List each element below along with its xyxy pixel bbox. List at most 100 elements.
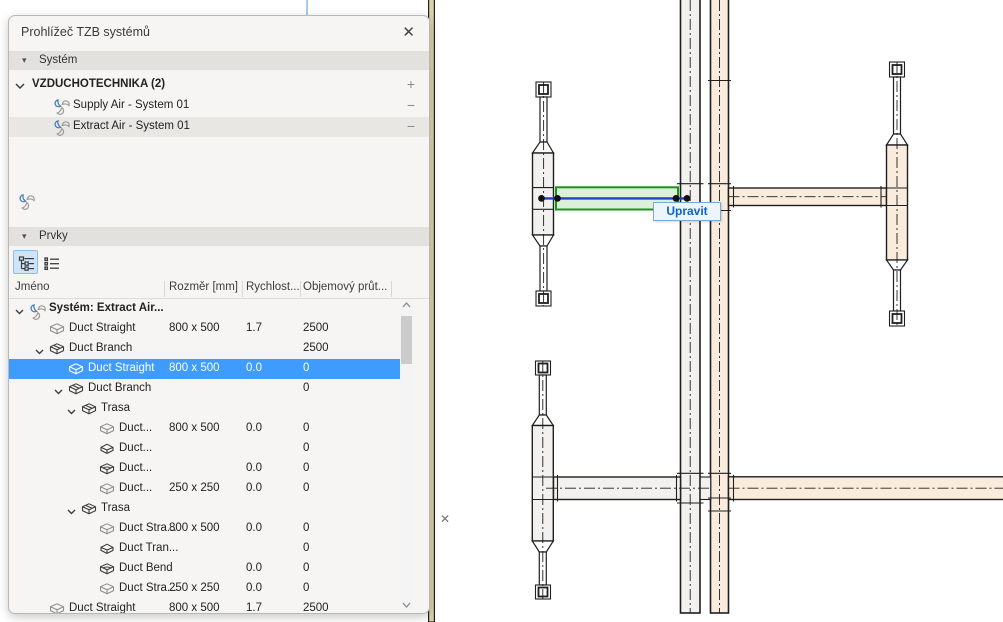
element-label: Duct... <box>119 442 153 454</box>
add-system-button[interactable]: + <box>407 76 415 92</box>
element-label: Duct Stra... <box>119 582 177 594</box>
collapse-triangle-icon: ▾ <box>22 231 27 241</box>
element-size: 800 x 500 <box>169 422 220 434</box>
element-flow: 2500 <box>303 602 329 613</box>
fan-icon <box>53 118 71 140</box>
palette-titlebar[interactable]: Prohlížeč TZB systémů ✕ <box>9 16 429 50</box>
section-header-system[interactable]: ▾ Systém <box>9 51 429 70</box>
chevron-down-icon <box>15 81 25 93</box>
chevron-down-icon[interactable] <box>67 506 76 518</box>
element-row[interactable]: Duct... 800 x 500 0.0 0 <box>9 419 400 439</box>
guide-line <box>306 0 308 15</box>
element-flow: 0 <box>303 562 310 574</box>
system-item-label: Supply Air - System 01 <box>73 99 190 111</box>
section-header-elements[interactable]: ▾ Prvky <box>9 227 429 246</box>
close-icon[interactable]: ✕ <box>402 23 415 41</box>
column-header-name[interactable]: Jméno <box>15 281 50 293</box>
element-row[interactable]: Systém: Extract Air... <box>9 299 400 320</box>
element-row[interactable]: Duct Tran... 0 <box>9 539 400 559</box>
element-label: Trasa <box>101 402 130 414</box>
edit-tooltip-button[interactable]: Upravit <box>653 202 721 221</box>
element-velocity: 0.0 <box>246 582 262 594</box>
scroll-up-icon[interactable] <box>400 299 413 312</box>
fan-icon <box>53 97 71 119</box>
element-row[interactable]: Duct... 0.0 0 <box>9 459 400 479</box>
duct-bend-icon <box>99 462 115 479</box>
element-label: Duct Stra... <box>119 522 177 534</box>
element-size: 250 x 250 <box>169 482 220 494</box>
element-velocity: 0.0 <box>246 462 262 474</box>
element-velocity: 0.0 <box>246 362 262 374</box>
duct-transition-icon <box>99 542 115 559</box>
vertical-scrollbar[interactable] <box>400 299 413 612</box>
chevron-down-icon[interactable] <box>15 306 24 318</box>
column-separator <box>164 281 165 297</box>
column-header-size[interactable]: Rozměr [mm] <box>169 281 238 293</box>
duct-branch-icon <box>81 502 97 519</box>
element-label: Trasa <box>101 502 130 514</box>
element-velocity: 0.0 <box>246 562 262 574</box>
element-label: Systém: Extract Air... <box>49 302 164 314</box>
element-flow: 0 <box>303 442 310 454</box>
element-flow: 0 <box>303 422 310 434</box>
element-row[interactable]: Duct Straight 800 x 500 0.0 0 <box>9 359 400 379</box>
element-row[interactable]: Duct Stra... 800 x 500 0.0 0 <box>9 519 400 539</box>
element-flow: 0 <box>303 522 310 534</box>
mep-systems-palette: Prohlížeč TZB systémů ✕ ▾ Systém VZDUCHO… <box>8 15 430 614</box>
element-size: 250 x 250 <box>169 582 220 594</box>
column-header-velocity[interactable]: Rychlost... <box>246 281 300 293</box>
system-item[interactable]: Extract Air - System 01 − <box>9 117 429 137</box>
system-item[interactable]: Supply Air - System 01 − <box>9 96 429 116</box>
remove-system-button[interactable]: − <box>407 118 415 134</box>
element-row[interactable]: Duct Stra... 250 x 250 0.0 0 <box>9 579 400 599</box>
remove-system-button[interactable]: − <box>407 97 415 113</box>
collapse-triangle-icon: ▾ <box>22 55 27 65</box>
chevron-down-icon[interactable] <box>35 346 44 358</box>
element-label: Duct Straight <box>69 322 136 334</box>
element-row[interactable]: Trasa <box>9 499 400 519</box>
element-row[interactable]: Duct... 0 <box>9 439 400 459</box>
duct-straight-icon <box>49 602 65 613</box>
element-row[interactable]: Duct... 250 x 250 0.0 0 <box>9 479 400 499</box>
element-label: Duct Bend <box>119 562 173 574</box>
duct-straight-icon <box>99 582 115 599</box>
duct-straight-icon <box>99 482 115 499</box>
duct-bend-icon <box>99 562 115 579</box>
element-row[interactable]: Duct Straight 800 x 500 1.7 2500 <box>9 319 400 339</box>
section-label: Prvky <box>39 230 68 242</box>
table-header[interactable]: Jméno Rozměr [mm] Rychlost... Objemový p… <box>9 279 429 299</box>
duct-branch-icon <box>49 342 65 359</box>
column-header-flow[interactable]: Objemový průt... <box>303 281 387 293</box>
element-flow: 0 <box>303 582 310 594</box>
element-row[interactable]: Duct Branch 0 <box>9 379 400 399</box>
element-velocity: 0.0 <box>246 482 262 494</box>
element-velocity: 0.0 <box>246 522 262 534</box>
chevron-down-icon[interactable] <box>67 406 76 418</box>
scroll-down-icon[interactable] <box>400 599 413 612</box>
element-row[interactable]: Duct Straight 800 x 500 1.7 2500 <box>9 599 400 613</box>
element-flow: 0 <box>303 382 310 394</box>
tree-view-toggle[interactable] <box>13 250 38 274</box>
element-velocity: 0.0 <box>246 422 262 434</box>
origin-x-marker: ✕ <box>440 512 451 526</box>
element-row[interactable]: Duct Bend 0.0 0 <box>9 559 400 579</box>
element-label: Duct... <box>119 422 153 434</box>
system-group-row[interactable]: VZDUCHOTECHNIKA (2) + <box>9 75 429 95</box>
element-row[interactable]: Trasa <box>9 399 400 419</box>
palette-title: Prohlížeč TZB systémů <box>21 25 150 39</box>
element-flow: 2500 <box>303 322 329 334</box>
element-flow: 0 <box>303 362 310 374</box>
column-separator <box>391 281 392 297</box>
element-label: Duct... <box>119 462 153 474</box>
element-size: 800 x 500 <box>169 322 220 334</box>
app-window: Upravit ✕ Prohlížeč TZB systémů ✕ ▾ Syst… <box>0 0 1003 622</box>
element-flow: 0 <box>303 482 310 494</box>
duct-branch-icon <box>81 402 97 419</box>
fan-icon[interactable] <box>18 192 40 214</box>
system-group-label: VZDUCHOTECHNIKA (2) <box>32 78 166 90</box>
list-view-toggle[interactable] <box>38 250 63 274</box>
element-row[interactable]: Duct Branch 2500 <box>9 339 400 359</box>
chevron-down-icon[interactable] <box>54 386 63 398</box>
scrollbar-thumb[interactable] <box>401 316 412 364</box>
element-flow: 0 <box>303 542 310 554</box>
